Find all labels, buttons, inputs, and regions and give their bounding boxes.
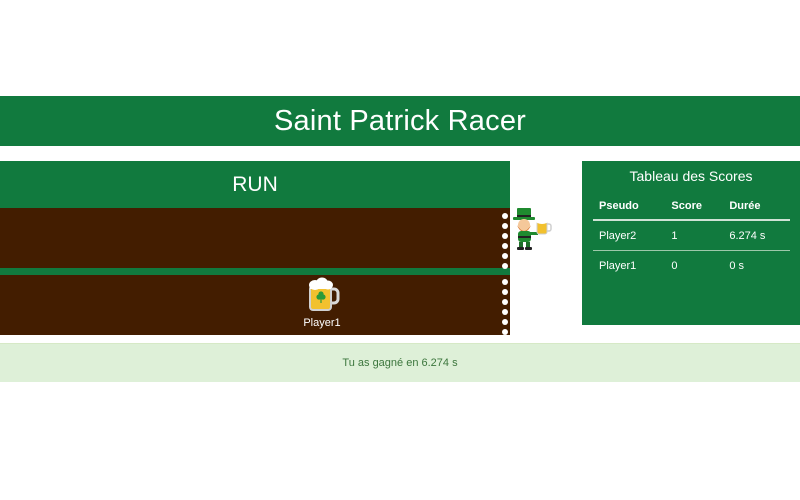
cell-duration: 0 s [729, 260, 745, 272]
result-message: Tu as gagné en 6.274 s [0, 343, 800, 382]
beer-mug-icon [309, 277, 340, 311]
cell-score: 0 [671, 260, 678, 272]
table-row: Player2 1 6.274 s [593, 220, 790, 251]
cell-pseudo: Player1 [599, 260, 637, 272]
finish-dot [502, 329, 508, 335]
lane-1 [0, 208, 510, 268]
finish-dot [502, 279, 508, 285]
run-button[interactable]: RUN [0, 161, 510, 208]
racer-name: Player1 [303, 317, 341, 329]
leprechaun-icon [513, 208, 552, 250]
scoreboard: Tableau des Scores Pseudo Score Durée Pl… [582, 161, 800, 325]
scoreboard-title: Tableau des Scores [629, 168, 753, 184]
racer-player1: Player1 [292, 275, 352, 329]
cell-duration: 6.274 s [723, 220, 790, 251]
lane-2: Player1 [0, 275, 510, 335]
finish-dot [502, 299, 508, 305]
race-track: RUN Player1 [0, 161, 510, 336]
finish-dot [502, 319, 508, 325]
lane-separator [0, 268, 510, 275]
column-header-duration: Durée [723, 192, 790, 221]
finish-dot [502, 309, 508, 315]
column-header-pseudo: Pseudo [593, 192, 666, 221]
table-row: Player1 0 0 s [593, 251, 790, 281]
cell-score: 1 [665, 220, 724, 251]
finish-dot [502, 263, 508, 269]
table-header-row: Pseudo Score Durée [593, 192, 790, 221]
scores-table: Pseudo Score Durée Player2 1 6.274 s Pla… [593, 192, 790, 280]
finish-dot [502, 289, 508, 295]
cell-pseudo: Player2 [593, 220, 666, 251]
column-header-score: Score [665, 192, 724, 221]
finish-dot [502, 253, 508, 259]
page-title: Saint Patrick Racer [0, 96, 800, 146]
